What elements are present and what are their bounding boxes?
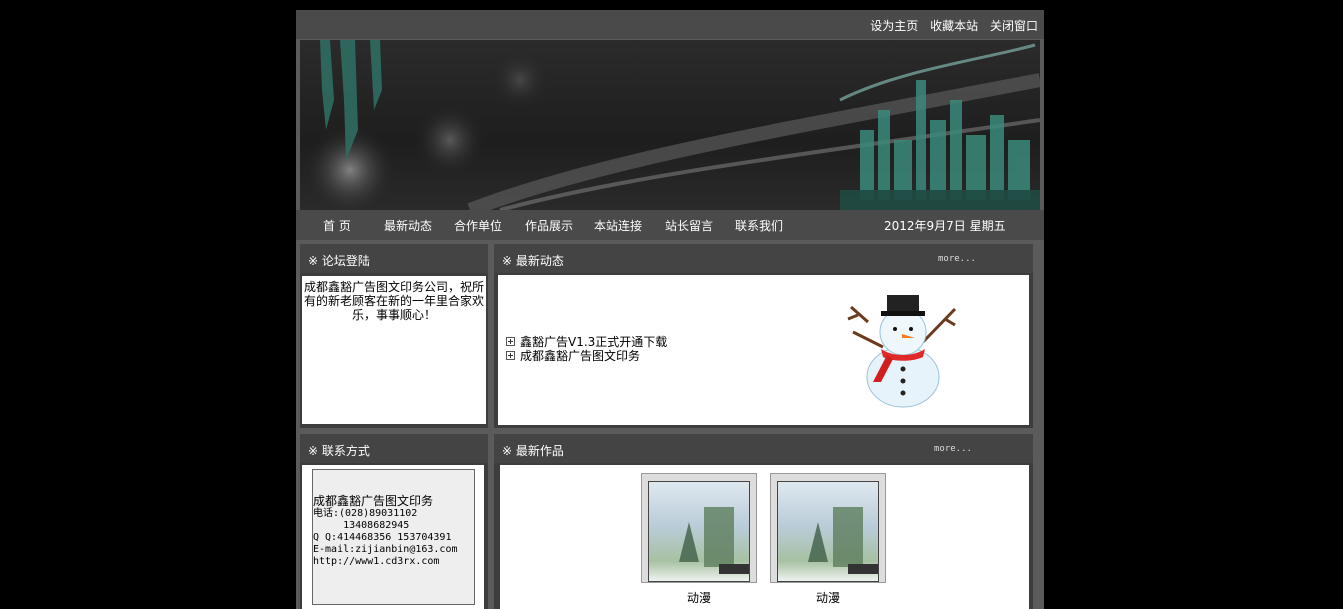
nav-home[interactable]: 首 页 (323, 217, 351, 234)
works-panel-body: 动漫 动漫 (500, 465, 1029, 609)
news-panel-header: ※ 最新动态 more... (494, 244, 1033, 273)
website-line: http://www1.cd3rx.com (313, 556, 440, 567)
nav-site-links[interactable]: 本站连接 (594, 217, 642, 234)
news-list: 鑫豁广告V1.3正式开通下载 成都鑫豁广告图文印务 (506, 335, 667, 363)
login-panel-header: ※ 论坛登陆 (300, 244, 488, 273)
contact-info-box: 成都鑫豁广告图文印务 电话:(028)89031102 13408682945 … (312, 469, 475, 605)
anime-thumbnail-icon (777, 481, 879, 582)
header-banner (300, 40, 1040, 210)
work-caption: 动漫 (815, 591, 840, 605)
bookmark-link[interactable]: 收藏本站 (930, 19, 978, 33)
news-more-link[interactable]: more... (938, 254, 976, 264)
current-date: 2012年9月7日 星期五 (884, 219, 1006, 233)
news-panel-body: 鑫豁广告V1.3正式开通下载 成都鑫豁广告图文印务 (498, 275, 1029, 425)
news-panel: ※ 最新动态 more... 鑫豁广告V1.3正式开通下载 成都鑫豁广告图文印务 (494, 244, 1033, 428)
news-item-text: 成都鑫豁广告图文印务 (520, 349, 641, 363)
work-thumbnail-frame (641, 473, 757, 583)
login-panel-title: ※ 论坛登陆 (308, 254, 370, 268)
contact-panel-body: 成都鑫豁广告图文印务 电话:(028)89031102 13408682945 … (302, 465, 484, 609)
nav-guestbook[interactable]: 站长留言 (665, 217, 713, 234)
top-links: 设为主页 收藏本站 关闭窗口 (862, 17, 1038, 34)
works-more-link[interactable]: more... (934, 444, 972, 454)
top-bar: 设为主页 收藏本站 关闭窗口 (296, 10, 1044, 39)
page-frame: 设为主页 收藏本站 关闭窗口 首 页 最新动态 合作单位 作品展示 本站连接 站… (296, 10, 1044, 609)
phone-line: 电话:(028)89031102 (313, 508, 418, 519)
nav-partners[interactable]: 合作单位 (454, 217, 502, 234)
nav-contact-us[interactable]: 联系我们 (735, 217, 783, 234)
login-panel: ※ 论坛登陆 成都鑫豁广告图文印务公司，祝所有的新老顾客在新的一年里合家欢乐，事… (300, 244, 488, 428)
close-window-link[interactable]: 关闭窗口 (990, 19, 1038, 33)
news-item[interactable]: 鑫豁广告V1.3正式开通下载 (506, 335, 667, 349)
set-homepage-link[interactable]: 设为主页 (870, 19, 918, 33)
works-panel-title: ※ 最新作品 (502, 444, 564, 458)
company-name: 成都鑫豁广告图文印务 (313, 494, 434, 508)
nav-latest-news[interactable]: 最新动态 (384, 217, 432, 234)
main-nav: 首 页 最新动态 合作单位 作品展示 本站连接 站长留言 联系我们 2012年9… (296, 210, 1044, 240)
email-line: E-mail:zijianbin@163.com (313, 544, 458, 555)
banner-artwork-icon (305, 40, 1040, 210)
qq-line: Q Q:414468356 153704391 (313, 532, 452, 543)
anime-thumbnail-icon (648, 481, 750, 582)
snowman-icon (847, 295, 957, 408)
news-panel-title: ※ 最新动态 (502, 254, 564, 268)
works-panel: ※ 最新作品 more... 动漫 动漫 (494, 434, 1033, 609)
news-item[interactable]: 成都鑫豁广告图文印务 (506, 349, 667, 363)
login-panel-body: 成都鑫豁广告图文印务公司，祝所有的新老顾客在新的一年里合家欢乐，事事顺心！ (302, 276, 486, 424)
news-item-text: 鑫豁广告V1.3正式开通下载 (520, 335, 668, 349)
expand-plus-icon (506, 351, 515, 360)
work-caption: 动漫 (686, 591, 711, 605)
works-panel-header: ※ 最新作品 more... (494, 434, 1033, 463)
expand-plus-icon (506, 337, 515, 346)
phone-line-2: 13408682945 (313, 520, 410, 531)
greeting-text: 成都鑫豁广告图文印务公司，祝所有的新老顾客在新的一年里合家欢乐，事事顺心！ (304, 280, 485, 322)
contact-panel: ※ 联系方式 成都鑫豁广告图文印务 电话:(028)89031102 13408… (300, 434, 488, 609)
contact-panel-header: ※ 联系方式 (300, 434, 488, 463)
work-thumbnail-frame (770, 473, 886, 583)
contact-panel-title: ※ 联系方式 (308, 444, 370, 458)
nav-works[interactable]: 作品展示 (525, 217, 573, 234)
